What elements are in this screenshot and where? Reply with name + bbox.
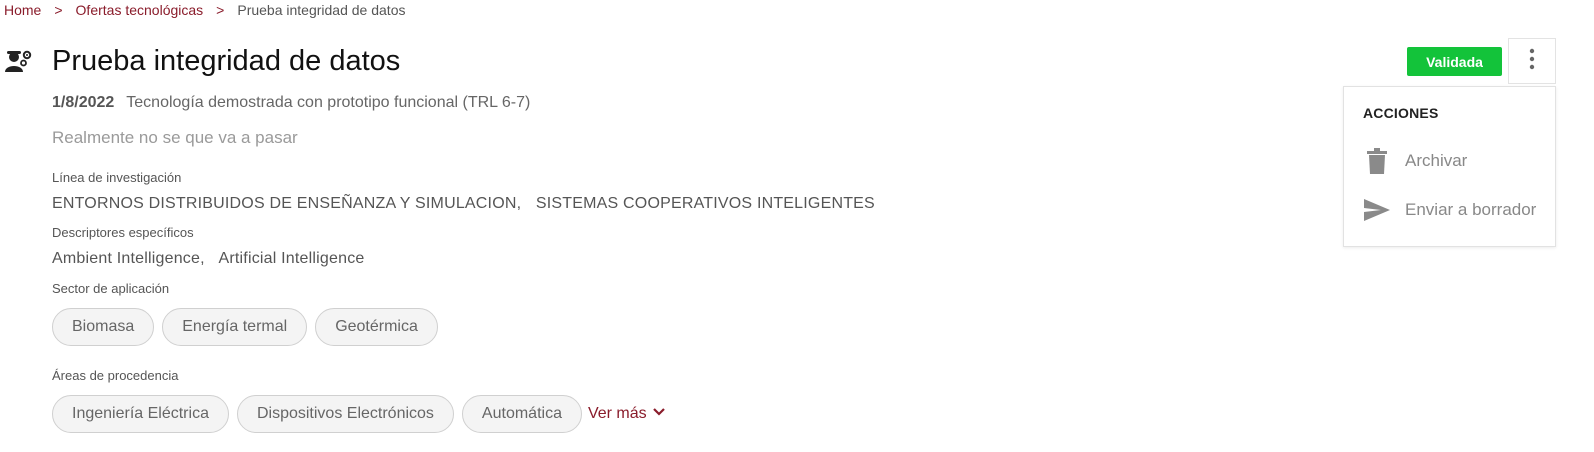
research-line-label: Línea de investigación [52,170,182,185]
researchers-gear-icon [4,48,34,76]
research-line-values: ENTORNOS DISTRIBUIDOS DE ENSEÑANZA Y SIM… [52,193,885,215]
offer-subtitle: Realmente no se que va a pasar [52,128,298,147]
area-chip[interactable]: Automática [461,395,582,433]
offer-meta: 1/8/2022 Tecnología demostrada con proto… [52,92,530,114]
breadcrumb-current: Prueba integridad de datos [237,2,406,18]
menu-item-archivar[interactable]: Archivar [1363,147,1467,175]
area-chip[interactable]: Ingeniería Eléctrica [52,395,229,433]
ver-mas-link[interactable]: Ver más [588,404,667,425]
menu-item-label: Archivar [1405,151,1468,170]
breadcrumb-separator: > [216,2,225,18]
actions-menu-title: ACCIONES [1363,105,1439,121]
research-line-item: SISTEMAS COOPERATIVOS INTELIGENTES [535,195,875,212]
more-actions-button[interactable] [1508,38,1556,84]
chevron-down-icon [651,404,667,425]
status-badge: Validada [1407,47,1502,76]
breadcrumb-separator: > [54,2,63,18]
sector-chip[interactable]: Energía termal [162,308,308,346]
area-chip[interactable]: Dispositivos Electrónicos [236,395,454,433]
sector-label: Sector de aplicación [52,281,170,296]
breadcrumb-home-link[interactable]: Home [4,2,41,18]
sector-chips: Biomasa Energía termal Geotérmica [52,308,438,346]
offer-date: 1/8/2022 [52,94,115,111]
menu-item-enviar-borrador[interactable]: Enviar a borrador [1363,196,1536,224]
actions-menu: ACCIONES Archivar Enviar a borrador [1343,86,1556,247]
research-line-item: ENTORNOS DISTRIBUIDOS DE ENSEÑANZA Y SIM… [52,195,522,212]
ver-mas-label: Ver más [587,405,647,422]
page-title: Prueba integridad de datos [52,45,401,77]
descriptors-label: Descriptores específicos [52,225,194,240]
breadcrumb-ofertas-link[interactable]: Ofertas tecnológicas [76,2,204,18]
more-vertical-icon [1529,48,1535,75]
trl-level: Tecnología demostrada con prototipo func… [126,94,531,111]
descriptors-values: Ambient Intelligence, Artificial Intelli… [52,248,375,270]
breadcrumb: Home > Ofertas tecnológicas > Prueba int… [4,0,405,20]
descriptor-item: Ambient Intelligence, [52,250,205,267]
areas-label: Áreas de procedencia [52,368,179,383]
areas-chips: Ingeniería Eléctrica Dispositivos Electr… [52,395,667,433]
descriptor-item: Artificial Intelligence [218,250,365,267]
trash-icon [1363,147,1391,175]
menu-item-label: Enviar a borrador [1405,200,1537,219]
sector-chip[interactable]: Geotérmica [315,308,438,346]
sector-chip[interactable]: Biomasa [52,308,155,346]
send-icon [1363,196,1391,224]
